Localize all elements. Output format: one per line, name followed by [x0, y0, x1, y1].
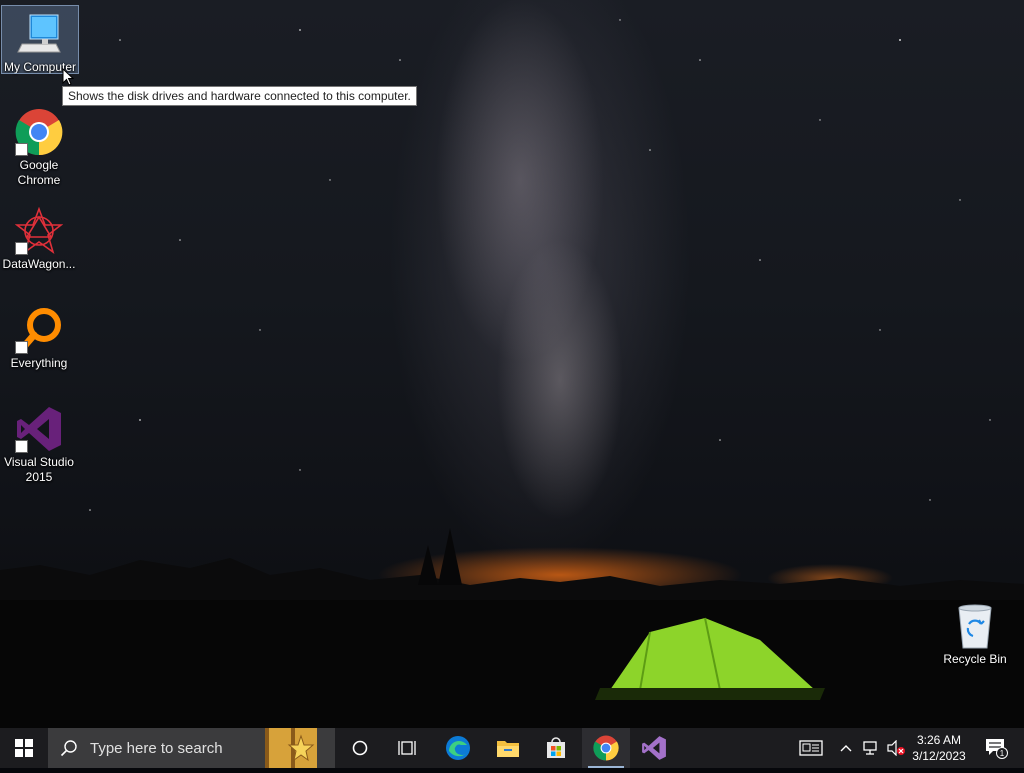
- google-chrome-shortcut[interactable]: Google Chrome: [1, 104, 77, 188]
- clock-date: 3/12/2023: [912, 749, 966, 763]
- network-icon: [863, 741, 877, 755]
- chrome-taskbar-icon: [593, 735, 619, 761]
- mouse-cursor-icon: [62, 68, 74, 86]
- clock[interactable]: 3:26 AM 3/12/2023: [908, 728, 970, 768]
- action-center-button[interactable]: 1: [976, 728, 1016, 768]
- clock-time: 3:26 AM: [916, 733, 962, 747]
- recycle-bin-icon-container[interactable]: Recycle Bin: [937, 598, 1013, 667]
- task-view-icon: [398, 741, 416, 755]
- cortana-circle-icon: [352, 740, 368, 756]
- notification-count: 1: [1000, 749, 1005, 758]
- chevron-up-icon: [840, 745, 852, 752]
- desktop-wallpaper: [0, 0, 1024, 728]
- folder-icon: [497, 741, 519, 757]
- wallpaper-scene: [0, 19, 1024, 728]
- datawagon-label: DataWagon...: [2, 257, 76, 271]
- search-placeholder: Type here to search: [90, 739, 223, 757]
- edge-button[interactable]: [434, 728, 482, 768]
- news-icon: [799, 740, 823, 756]
- store-button[interactable]: [532, 728, 580, 768]
- my-computer-icon[interactable]: My Computer: [1, 5, 79, 74]
- visual-studio-shortcut[interactable]: Visual Studio 2015: [1, 401, 77, 485]
- search-highlight-image: [265, 728, 317, 768]
- search-box[interactable]: Type here to search: [48, 728, 335, 768]
- google-chrome-label: Google Chrome: [17, 158, 61, 187]
- volume-muted-icon: [887, 740, 905, 756]
- chrome-icon: [15, 108, 63, 156]
- volume-button[interactable]: [884, 728, 908, 768]
- recycle-bin-label: Recycle Bin: [943, 652, 1007, 666]
- show-hidden-icons-button[interactable]: [836, 728, 856, 768]
- edge-icon: [446, 736, 470, 760]
- notification-icon: 1: [986, 739, 1008, 759]
- search-icon: [60, 740, 77, 757]
- task-view-button[interactable]: [384, 728, 432, 768]
- file-explorer-button[interactable]: [484, 728, 532, 768]
- taskbar: Type here to search 3:26 AM 3/12/2023 1: [0, 728, 1024, 768]
- recycle-bin-icon: [951, 602, 999, 650]
- datawagon-shortcut[interactable]: DataWagon...: [1, 203, 77, 272]
- visual-studio-taskbar-icon: [642, 736, 666, 760]
- computer-icon: [16, 10, 64, 58]
- windows-logo-icon: [15, 739, 33, 757]
- store-icon: [547, 737, 565, 758]
- magnifier-icon: [15, 306, 63, 354]
- news-widget-button[interactable]: [794, 728, 828, 768]
- network-button[interactable]: [860, 728, 882, 768]
- visual-studio-label: Visual Studio 2015: [4, 455, 74, 484]
- everything-shortcut[interactable]: Everything: [1, 302, 77, 371]
- start-button[interactable]: [0, 728, 48, 768]
- tooltip: Shows the disk drives and hardware conne…: [62, 86, 417, 106]
- cortana-button[interactable]: [336, 728, 384, 768]
- visual-studio-icon: [15, 405, 63, 453]
- everything-label: Everything: [10, 356, 68, 370]
- chrome-taskbar-button[interactable]: [582, 728, 630, 768]
- visual-studio-taskbar-button[interactable]: [630, 728, 678, 768]
- datawagon-icon: [14, 206, 64, 255]
